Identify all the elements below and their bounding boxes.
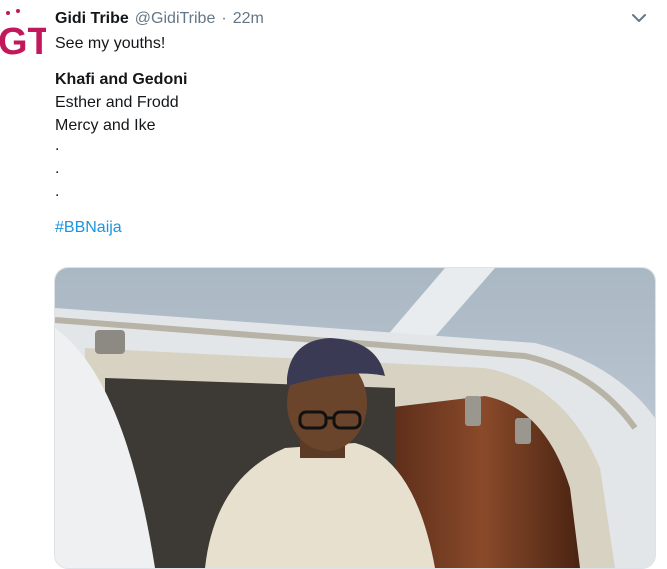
hashtag-link[interactable]: #BBNaija (55, 216, 615, 239)
tweet-line: . (55, 183, 60, 200)
tweet-header: Gidi Tribe @GidiTribe · 22m (55, 8, 264, 30)
chevron-down-icon[interactable] (627, 8, 651, 28)
tweet-line: Mercy and Ike (55, 117, 156, 134)
svg-text:GT: GT (0, 21, 46, 62)
separator-dot: · (221, 10, 227, 27)
user-handle[interactable]: @GidiTribe (135, 10, 216, 28)
tweet-line: . (55, 137, 60, 154)
display-name[interactable]: Gidi Tribe (55, 10, 129, 28)
tweet-line: . (55, 160, 60, 177)
avatar-logo[interactable]: GT (0, 2, 51, 63)
tweet-media-photo[interactable] (54, 267, 656, 569)
timestamp[interactable]: 22m (233, 10, 264, 28)
tweet-text: See my youths! Khafi and Gedoni Esther a… (55, 32, 615, 239)
tweet-line: See my youths! (55, 35, 166, 52)
tweet-line: Esther and Frodd (55, 94, 179, 111)
tweet-line: Khafi and Gedoni (55, 71, 188, 88)
